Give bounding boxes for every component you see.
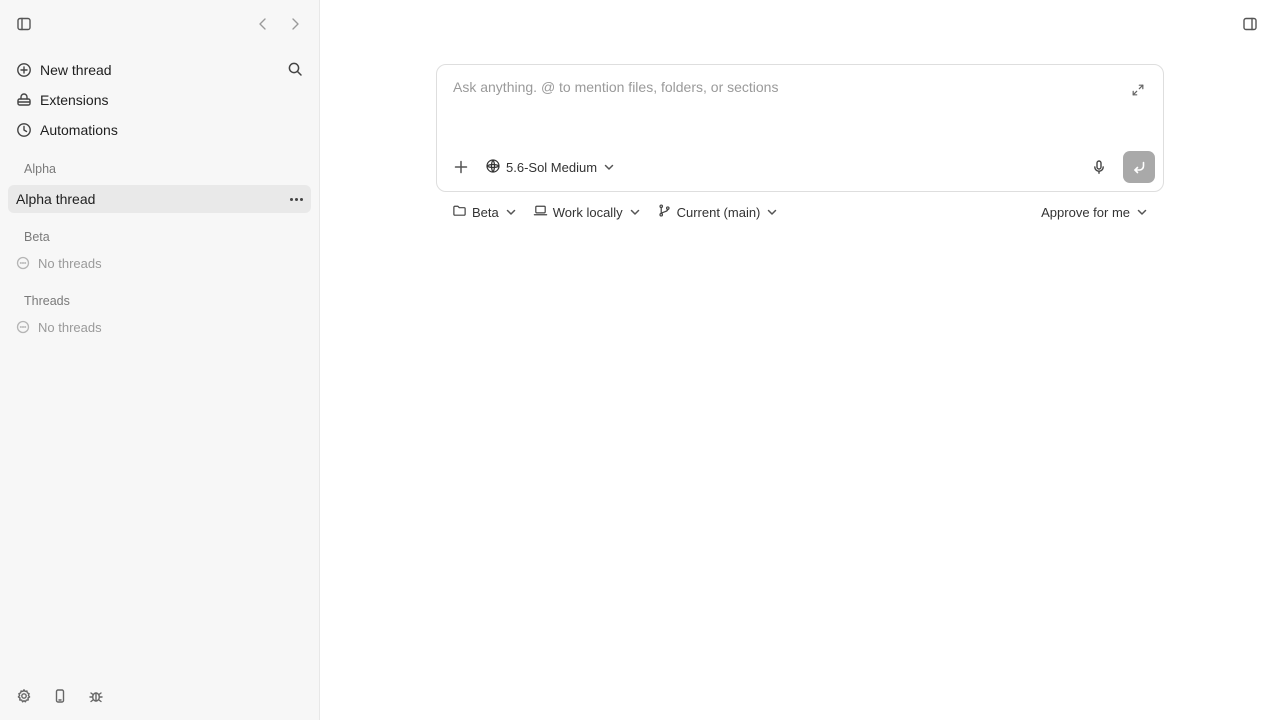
empty-circle-icon [16, 320, 30, 334]
clock-icon [17, 123, 31, 137]
thread-more-button[interactable] [290, 197, 303, 201]
expand-composer-button[interactable] [1126, 78, 1150, 102]
microphone-icon [1094, 160, 1104, 174]
folder-icon [453, 205, 466, 216]
new-thread-button[interactable]: New thread [8, 55, 311, 85]
model-icon [486, 158, 500, 173]
plus-circle-icon [17, 63, 31, 77]
nav-item-label: Extensions [40, 92, 109, 108]
mobile-button[interactable] [48, 684, 72, 708]
empty-label: No threads [38, 319, 102, 335]
prompt-input[interactable] [453, 79, 1115, 95]
attach-button[interactable] [449, 155, 473, 179]
sidebar-item-extensions[interactable]: Extensions [8, 85, 311, 115]
bug-icon [89, 692, 103, 703]
chevron-down-icon [506, 209, 515, 215]
approval-selector[interactable]: Approve for me [1041, 205, 1148, 220]
location-label: Work locally [552, 204, 623, 220]
thread-item[interactable]: Alpha thread [8, 185, 311, 213]
gear-icon [17, 689, 31, 703]
nav-item-label: New thread [40, 62, 112, 78]
toggle-sidebar-button[interactable] [12, 12, 36, 36]
chevron-left-icon [259, 18, 266, 30]
more-dots-icon [290, 197, 293, 201]
nav-item-label: Automations [40, 122, 118, 138]
voice-input-button[interactable] [1087, 155, 1111, 179]
chevron-right-icon [292, 18, 299, 30]
settings-button[interactable] [12, 684, 36, 708]
composer-options: Beta Work locally Current (main) Approve… [452, 200, 1148, 224]
sidebar-item-automations[interactable]: Automations [8, 115, 311, 145]
expand-icon [1132, 84, 1144, 96]
branch-label: Current (main) [676, 204, 761, 220]
section-title-alpha: Alpha [24, 162, 56, 176]
back-button[interactable] [251, 12, 275, 36]
sidebar-toolbar [12, 12, 307, 36]
toggle-right-panel-button[interactable] [1238, 12, 1262, 36]
empty-threads: No threads [8, 251, 311, 275]
model-selector[interactable]: 5.6-Sol Medium [481, 153, 619, 181]
extensions-icon [17, 93, 31, 106]
sidebar-nav: New thread Extensions Automations Alpha … [8, 55, 311, 339]
search-icon [288, 62, 302, 76]
debug-button[interactable] [84, 684, 108, 708]
laptop-icon [533, 205, 547, 216]
sidebar-panel-icon [17, 17, 31, 31]
approval-label: Approve for me [1041, 204, 1130, 220]
phone-icon [55, 689, 65, 703]
send-arrow-icon [1134, 161, 1145, 174]
project-label: Beta [472, 204, 499, 220]
chevron-down-icon [604, 164, 614, 170]
empty-threads: No threads [8, 315, 311, 339]
composer: 5.6-Sol Medium [436, 64, 1164, 192]
git-branch-icon [658, 204, 670, 217]
location-selector[interactable]: Work locally [533, 203, 641, 221]
forward-button[interactable] [283, 12, 307, 36]
model-label: 5.6-Sol Medium [506, 159, 598, 175]
app-window: New thread Extensions Automations Alpha … [0, 0, 1280, 720]
main-panel: 5.6-Sol Medium Beta Work locall [320, 0, 1280, 720]
plus-icon [454, 160, 468, 174]
sidebar-footer [12, 684, 108, 708]
search-button[interactable] [287, 61, 303, 80]
composer-toolbar: 5.6-Sol Medium [449, 151, 1155, 183]
thread-title: Alpha thread [16, 191, 96, 207]
project-selector[interactable]: Beta [452, 203, 517, 221]
send-button[interactable] [1123, 151, 1155, 183]
section-title-beta: Beta [24, 230, 50, 244]
chevron-down-icon [1137, 209, 1147, 215]
chevron-down-icon [768, 209, 777, 215]
empty-label: No threads [38, 255, 102, 271]
sidebar: New thread Extensions Automations Alpha … [0, 0, 320, 720]
branch-selector[interactable]: Current (main) [657, 203, 779, 221]
right-panel-icon [1243, 17, 1257, 31]
section-title-threads: Threads [24, 294, 70, 308]
chevron-down-icon [630, 209, 639, 215]
empty-circle-icon [16, 256, 30, 270]
